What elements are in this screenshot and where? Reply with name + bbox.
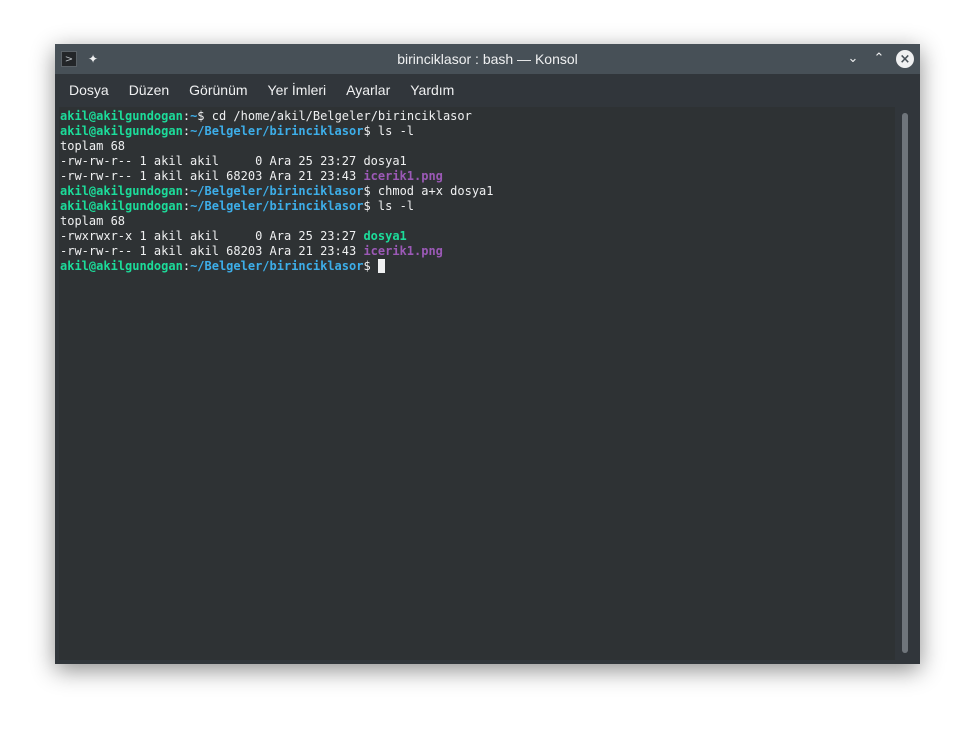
command-text: ls -l (370, 124, 415, 138)
chevron-down-icon[interactable]: ⌄ (844, 50, 862, 68)
menu-bar: Dosya Düzen Görünüm Yer İmleri Ayarlar Y… (59, 74, 916, 106)
menu-ayarlar[interactable]: Ayarlar (336, 74, 400, 106)
file-attributes: -rw-rw-r-- 1 akil akil 68203 Ara 21 23:4… (60, 244, 364, 258)
prompt-path: ~/Belgeler/birinciklasor (190, 259, 364, 273)
terminal-line: akil@akilgundogan:~/Belgeler/birinciklas… (60, 184, 895, 199)
terminal-line: -rw-rw-r-- 1 akil akil 68203 Ara 21 23:4… (60, 244, 895, 259)
prompt-path: ~/Belgeler/birinciklasor (190, 199, 364, 213)
file-attributes: -rw-rw-r-- 1 akil akil 0 Ara 25 23:27 (60, 154, 364, 168)
prompt-separator: : (182, 109, 191, 123)
prompt-separator: : (182, 199, 191, 213)
file-name: icerik1.png (363, 244, 443, 258)
window-title: birinciklasor : bash — Konsol (397, 51, 578, 67)
prompt-path: ~/Belgeler/birinciklasor (190, 124, 364, 138)
command-text: cd /home/akil/Belgeler/birinciklasor (204, 109, 472, 123)
prompt-separator: : (182, 259, 191, 273)
vertical-scrollbar[interactable] (895, 107, 916, 660)
text-cursor (377, 259, 385, 273)
terminal-line: akil@akilgundogan:~/Belgeler/birinciklas… (60, 124, 895, 139)
terminal-line: akil@akilgundogan:~/Belgeler/birinciklas… (60, 259, 895, 274)
prompt-user-host: akil@akilgundogan (60, 184, 183, 198)
prompt-user-host: akil@akilgundogan (60, 199, 183, 213)
prompt-user-host: akil@akilgundogan (60, 259, 183, 273)
konsole-window: > ✦ birinciklasor : bash — Konsol ⌄ ⌃ × … (55, 44, 920, 664)
scrollbar-thumb[interactable] (902, 113, 908, 653)
prompt-dollar: $ (363, 124, 371, 138)
menu-gorunum[interactable]: Görünüm (179, 74, 257, 106)
scrollbar-groove[interactable] (902, 113, 908, 653)
terminal-line: akil@akilgundogan:~/Belgeler/birinciklas… (60, 199, 895, 214)
prompt-dollar: $ (197, 109, 205, 123)
file-attributes: -rw-rw-r-- 1 akil akil 68203 Ara 21 23:4… (60, 169, 364, 183)
menu-yer-imleri[interactable]: Yer İmleri (258, 74, 337, 106)
prompt-separator: : (182, 124, 191, 138)
output-text: toplam 68 (60, 214, 126, 228)
command-text: chmod a+x dosya1 (370, 184, 494, 198)
file-name: icerik1.png (363, 169, 443, 183)
prompt-separator: : (182, 184, 191, 198)
prompt-dollar: $ (363, 259, 371, 273)
terminal-line: -rw-rw-r-- 1 akil akil 0 Ara 25 23:27 do… (60, 154, 895, 169)
command-text (371, 259, 378, 273)
menu-duzen[interactable]: Düzen (119, 74, 179, 106)
prompt-path: ~/Belgeler/birinciklasor (190, 184, 364, 198)
command-text: ls -l (370, 199, 415, 213)
output-text: toplam 68 (60, 139, 126, 153)
terminal-line: akil@akilgundogan:~$ cd /home/akil/Belge… (60, 109, 895, 124)
prompt-user-host: akil@akilgundogan (60, 124, 183, 138)
menu-dosya[interactable]: Dosya (59, 74, 119, 106)
prompt-user-host: akil@akilgundogan (60, 109, 183, 123)
prompt-dollar: $ (363, 184, 371, 198)
close-icon[interactable]: × (896, 50, 914, 68)
file-name: dosya1 (363, 229, 407, 243)
title-bar[interactable]: > ✦ birinciklasor : bash — Konsol ⌄ ⌃ × (55, 44, 920, 74)
file-attributes: -rwxrwxr-x 1 akil akil 0 Ara 25 23:27 (60, 229, 364, 243)
menu-yardim[interactable]: Yardım (400, 74, 464, 106)
terminal-line: -rwxrwxr-x 1 akil akil 0 Ara 25 23:27 do… (60, 229, 895, 244)
file-name: dosya1 (363, 154, 407, 168)
terminal-line: toplam 68 (60, 139, 895, 154)
terminal-output[interactable]: akil@akilgundogan:~$ cd /home/akil/Belge… (59, 107, 895, 660)
terminal-line: -rw-rw-r-- 1 akil akil 68203 Ara 21 23:4… (60, 169, 895, 184)
prompt-dollar: $ (363, 199, 371, 213)
chevron-up-icon[interactable]: ⌃ (870, 50, 888, 68)
terminal-line: toplam 68 (60, 214, 895, 229)
